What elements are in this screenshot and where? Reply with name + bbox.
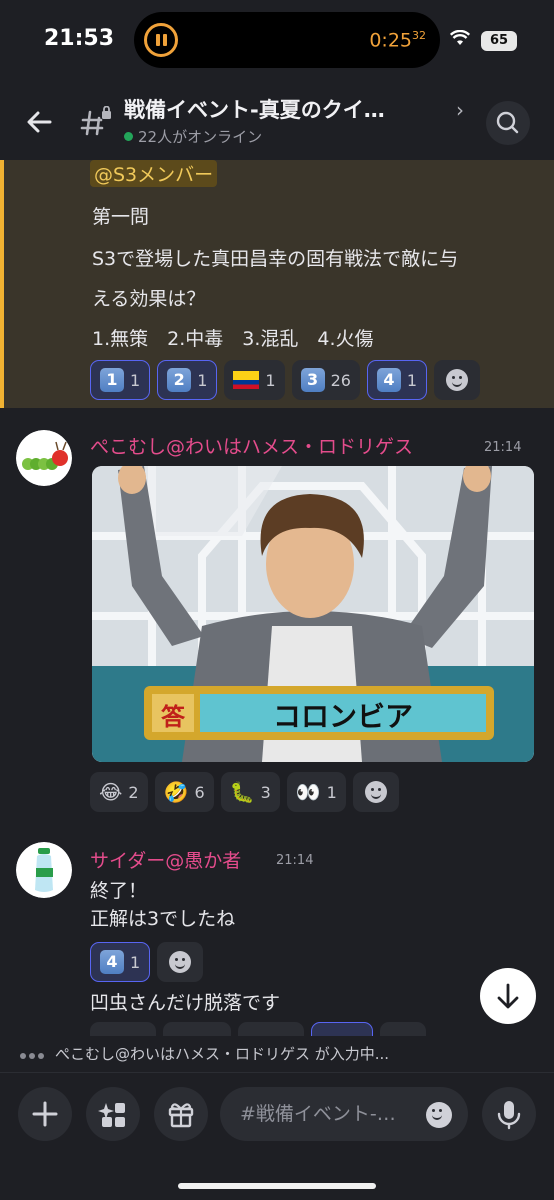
gift-button[interactable] [154,1087,208,1141]
message-line: 正解は3でしたね [90,908,236,930]
search-icon [496,111,519,134]
message-line: 凹虫さんだけ脱落です [90,992,281,1014]
add-reaction-button[interactable] [352,772,399,812]
add-attachment-button[interactable] [18,1087,72,1141]
smile-icon [364,781,387,803]
add-reaction-button[interactable] [434,360,481,400]
timer-readout: 0:2532 [369,29,426,52]
plus-icon [32,1101,58,1127]
keycap-3-icon: 3 [300,368,325,392]
reaction-keycap-2[interactable]: 21 [157,360,218,400]
microphone-icon [497,1101,521,1130]
colombia-flag-icon [233,371,260,389]
avatar[interactable] [16,842,72,898]
add-reaction-button[interactable] [157,942,204,982]
search-button[interactable] [486,101,530,145]
avatar[interactable] [16,430,72,486]
status-time: 21:53 [44,26,115,51]
timestamp: 21:14 [276,853,314,868]
keycap-4-icon: 4 [100,950,124,974]
caption-text: コロンビア [272,700,413,733]
message-line: 終了！ [90,880,148,902]
emoji-picker-button[interactable] [426,1102,452,1128]
attached-image[interactable]: 答 コロンビア [92,466,534,762]
message-line: 第一問 [92,206,150,228]
jump-to-bottom-button[interactable] [480,968,536,1024]
apps-button[interactable] [86,1087,140,1141]
status-bar: 21:53 0:2532 65 [0,0,554,80]
reaction-eyes[interactable]: 👀 1 [286,772,346,812]
username[interactable]: ぺこむし@わいはハメス・ロドリゲス [90,432,413,459]
arrow-down-icon [497,983,519,1009]
channel-title[interactable]: 戦備イベント-真夏のクイ… [124,94,444,124]
smile-icon [426,1102,452,1128]
reaction-keycap-3[interactable]: 3 26 [291,360,360,400]
reaction-partial[interactable] [163,1022,231,1036]
reaction-bar-partial [90,1022,430,1036]
username[interactable]: サイダー@愚か者 [90,846,241,873]
reaction-partial[interactable] [311,1022,373,1036]
reaction-joy[interactable]: 😂 2 [90,772,148,812]
reaction-partial[interactable] [238,1022,304,1036]
reaction-colombia-flag[interactable]: 1 [224,360,285,400]
reaction-bar: 11 21 1 3 26 41 [90,360,481,400]
message-line: S3で登場した真田昌幸の固有戦法で敵に与 [92,248,459,270]
pause-icon[interactable] [144,23,178,57]
role-mention[interactable]: @S3メンバー [90,160,218,187]
timestamp: 21:14 [484,440,522,455]
joy-emoji-icon: 😂 [99,780,123,804]
channel-header: 戦備イベント-真夏のクイ… › 22人がオンライン [0,84,554,160]
gift-icon [168,1103,194,1128]
message-composer: #戦備イベント-… [0,1072,554,1200]
reaction-keycap-4[interactable]: 41 [90,942,151,982]
reaction-keycap-1[interactable]: 11 [90,360,151,400]
reaction-keycap-4[interactable]: 41 [366,360,428,400]
smile-icon [169,951,192,973]
message-line: 1.無策 2.中毒 3.混乱 4.火傷 [92,328,374,350]
voice-message-button[interactable] [482,1087,536,1141]
reaction-bar: 😂 2 🤣 6 🐛 3 👀 1 [90,772,399,812]
reaction-rofl[interactable]: 🤣 6 [154,772,214,812]
message-line: える効果は？ [92,288,206,310]
apps-sparkle-icon [98,1103,125,1127]
typing-indicator: ぺこむし@わいはハメス・ロドリゲス が入力中... [0,1036,554,1072]
online-dot-icon [124,132,133,141]
online-count: 22人がオンライン [124,126,262,147]
reaction-partial[interactable] [90,1022,156,1036]
add-reaction-button[interactable] [380,1022,426,1036]
wifi-icon [450,30,470,45]
reaction-bar: 41 [90,942,204,982]
keycap-1-icon: 1 [100,368,124,392]
eyes-emoji-icon: 👀 [295,780,321,804]
keycap-4-icon: 4 [376,368,401,392]
caption-label: 答 [161,703,185,731]
reaction-caterpillar[interactable]: 🐛 3 [220,772,280,812]
smile-icon [446,369,469,391]
chevron-right-icon[interactable]: › [456,98,464,122]
caterpillar-emoji-icon: 🐛 [229,780,255,804]
keycap-2-icon: 2 [167,368,192,392]
back-arrow-icon[interactable] [22,104,58,140]
home-indicator [178,1183,376,1189]
typing-dots-icon [20,1036,47,1072]
dynamic-island[interactable]: 0:2532 [134,12,440,68]
channel-hash-lock-icon [80,106,111,136]
quiz-message[interactable]: @S3メンバー 第一問 S3で登場した真田昌幸の固有戦法で敵に与 える効果は？ … [0,160,554,408]
rofl-emoji-icon: 🤣 [163,780,189,804]
battery-indicator: 65 [481,31,517,51]
